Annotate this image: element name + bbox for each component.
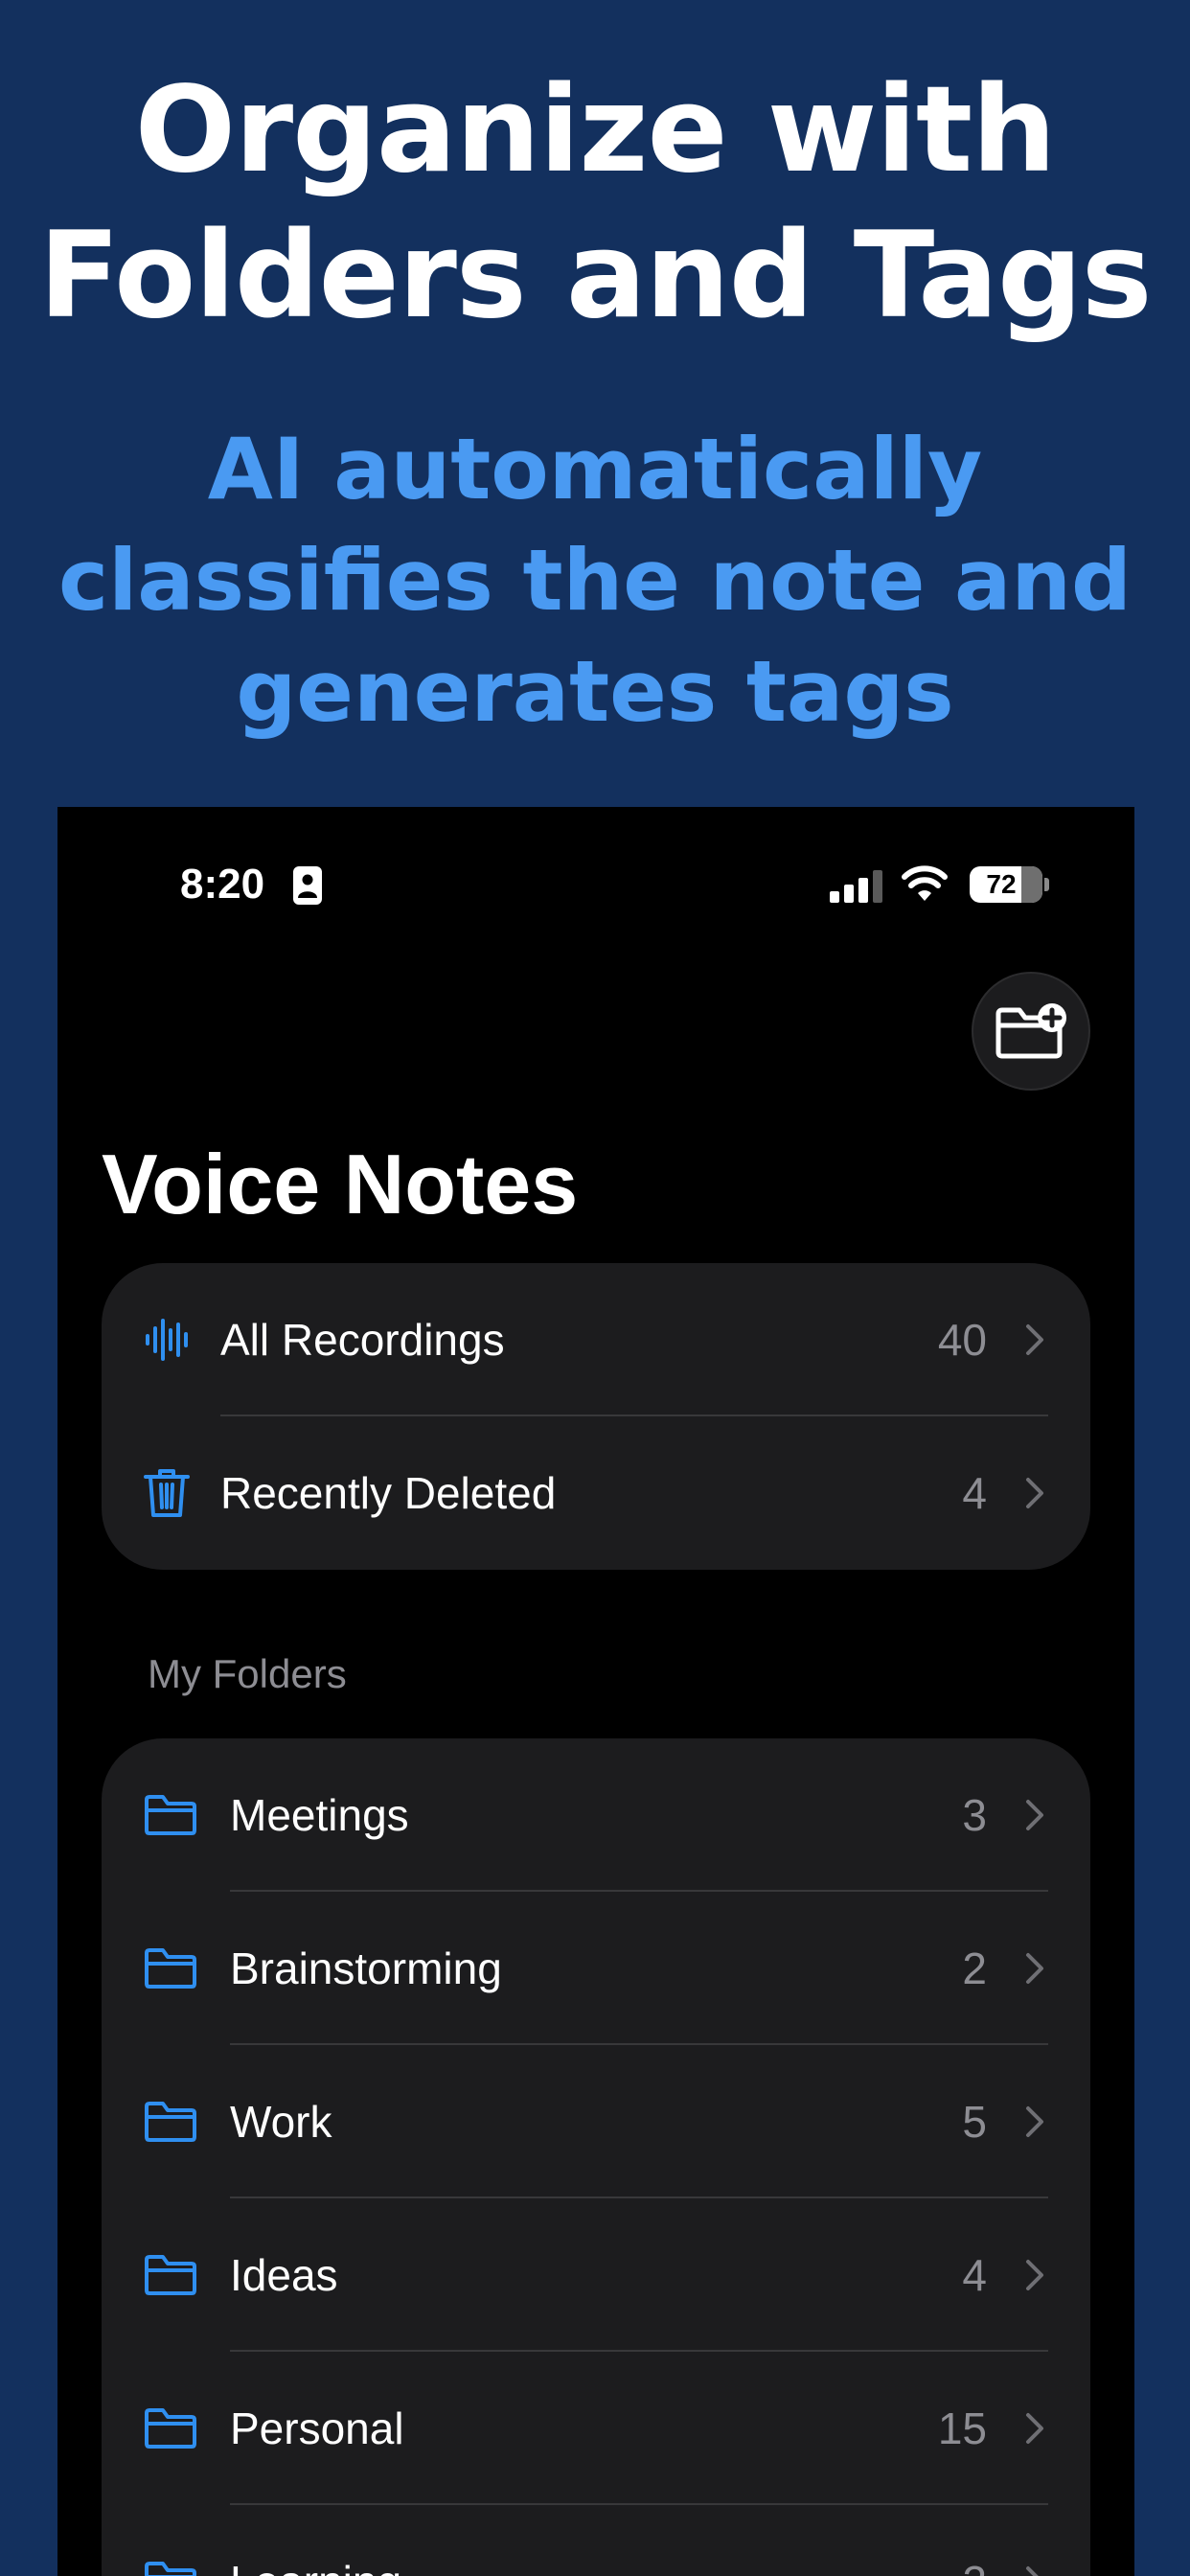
folder-label: Brainstorming — [230, 1944, 502, 1993]
chevron-right-icon — [1026, 1800, 1043, 1830]
folder-plus-icon — [995, 1003, 1066, 1059]
chevron-right-icon — [1026, 2106, 1043, 2137]
folder-label: Learning — [230, 2555, 401, 2576]
folder-icon — [145, 2408, 196, 2449]
phone-screen: 8:20 72 Voice Notes All Recordings 40 Re… — [57, 807, 1134, 2576]
status-time: 8:20 — [180, 861, 265, 908]
folder-icon — [145, 1948, 196, 1989]
all-recordings-count: 40 — [937, 1315, 987, 1365]
folder-count: 4 — [962, 2250, 987, 2300]
all-recordings-label: All Recordings — [220, 1315, 505, 1365]
section-header-my-folders: My Folders — [148, 1651, 347, 1696]
battery-cap — [1044, 878, 1049, 891]
folder-label: Work — [230, 2097, 332, 2147]
folder-count: 3 — [962, 1790, 987, 1840]
chevron-right-icon — [1026, 1324, 1043, 1355]
folder-count: 5 — [962, 2097, 987, 2147]
hero-subtitle: AI automatically classifies the note and… — [57, 414, 1133, 748]
chevron-right-icon — [1026, 2566, 1039, 2576]
chevron-right-icon — [1026, 1478, 1043, 1508]
hero-title: Organize with Folders and Tags — [0, 58, 1190, 349]
folder-icon — [145, 2102, 196, 2142]
status-bar: 8:20 72 — [57, 807, 1134, 912]
chevron-right-icon — [1026, 2413, 1043, 2444]
recently-deleted-label: Recently Deleted — [220, 1468, 557, 1518]
contact-card-icon — [293, 866, 322, 905]
recently-deleted-count: 4 — [962, 1468, 987, 1518]
all-recordings-row[interactable]: All Recordings 40 — [102, 1263, 1090, 1416]
hero-subtitle-line-1: AI automatically — [207, 420, 983, 518]
folders-group: Meetings 3 Brainstorming 2 Work 5 Ideas … — [102, 1738, 1090, 2576]
folder-row-ideas[interactable]: Ideas 4 — [102, 2198, 1090, 2352]
hero-subtitle-line-2: classifies the note and — [57, 531, 1133, 630]
folder-row-personal[interactable]: Personal 15 — [102, 2352, 1090, 2505]
hero-title-line-1: Organize with — [134, 61, 1057, 199]
library-group: All Recordings 40 Recently Deleted 4 — [102, 1263, 1090, 1570]
chevron-right-icon — [1026, 2260, 1043, 2290]
folder-icon — [145, 2255, 196, 2295]
wifi-icon — [902, 865, 948, 901]
trash-icon — [144, 1469, 190, 1517]
recently-deleted-row[interactable]: Recently Deleted 4 — [102, 1416, 1090, 1570]
folder-label: Meetings — [230, 1790, 409, 1840]
page-title: Voice Notes — [102, 1137, 579, 1231]
folder-count: 2 — [962, 1944, 987, 1993]
folder-icon — [145, 1795, 196, 1835]
folder-label: Ideas — [230, 2250, 338, 2300]
chevron-right-icon — [1026, 1953, 1043, 1984]
battery-level: 72 — [986, 869, 1017, 899]
folder-row-work[interactable]: Work 5 — [102, 2045, 1090, 2198]
hero-subtitle-line-3: generates tags — [236, 642, 954, 741]
folder-row-brainstorming[interactable]: Brainstorming 2 — [102, 1892, 1090, 2045]
folder-count: 15 — [937, 2404, 987, 2453]
new-folder-button[interactable] — [972, 972, 1090, 1091]
cellular-signal-icon — [830, 870, 882, 903]
waveform-icon — [146, 1319, 188, 1361]
folder-icon — [145, 2562, 196, 2576]
battery-indicator: 72 — [970, 866, 1042, 903]
folder-row-learning[interactable]: Learning 2 — [102, 2505, 1090, 2576]
folder-count: 2 — [962, 2555, 987, 2576]
folder-label: Personal — [230, 2404, 404, 2453]
folder-row-meetings[interactable]: Meetings 3 — [102, 1738, 1090, 1892]
hero-title-line-2: Folders and Tags — [38, 207, 1152, 345]
